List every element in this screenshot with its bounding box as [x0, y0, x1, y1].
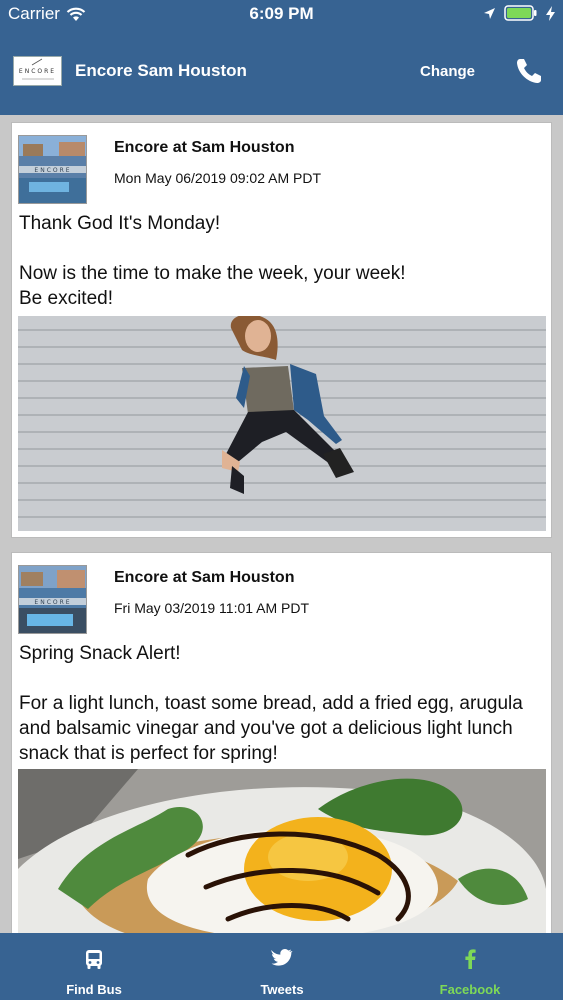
svg-text:ENCORE: ENCORE: [34, 599, 71, 606]
post-date: Mon May 06/2019 09:02 AM PDT: [114, 170, 321, 186]
post-avatar: ENCORE: [18, 135, 87, 204]
nav-bar: ENCORE Encore Sam Houston Change: [0, 42, 563, 102]
status-time: 6:09 PM: [249, 4, 314, 23]
post-text: Spring Snack Alert! For a light lunch, t…: [19, 643, 523, 764]
app-header: Carrier 6:09 PM ENCORE Encore Sam Housto…: [0, 0, 563, 115]
roof-icon: [22, 58, 54, 80]
status-bar: Carrier 6:09 PM: [0, 0, 563, 30]
post-photo[interactable]: [18, 769, 546, 933]
tab-facebook[interactable]: Facebook: [376, 933, 563, 1000]
facebook-icon: [465, 949, 476, 969]
post-text: Thank God It's Monday! Now is the time t…: [19, 213, 406, 309]
phone-button[interactable]: [514, 56, 544, 86]
phone-icon: [517, 59, 541, 83]
post-author: Encore at Sam Houston: [114, 569, 295, 586]
tab-label: Find Bus: [66, 982, 122, 997]
tab-find-bus[interactable]: Find Bus: [0, 933, 188, 1000]
bus-icon: [86, 950, 102, 969]
post-card[interactable]: ENCORE Encore at Sam Houston Fri May 03/…: [11, 552, 552, 933]
tab-label: Facebook: [439, 982, 501, 997]
post-avatar: ENCORE: [18, 565, 87, 634]
post-photo[interactable]: [18, 316, 546, 531]
svg-text:ENCORE: ENCORE: [34, 167, 71, 174]
tab-bar: Find Bus Tweets Facebook: [0, 933, 563, 1000]
tab-label: Tweets: [260, 982, 304, 997]
post-date: Fri May 03/2019 11:01 AM PDT: [114, 600, 310, 616]
change-button[interactable]: Change: [420, 63, 475, 80]
battery-icon: [504, 5, 537, 21]
encore-logo: ENCORE: [13, 56, 62, 86]
community-title: Encore Sam Houston: [75, 61, 247, 80]
location-arrow-icon: [484, 7, 495, 19]
charging-bolt-icon: [546, 5, 555, 21]
twitter-icon: [271, 949, 293, 966]
tab-tweets[interactable]: Tweets: [188, 933, 376, 1000]
post-author: Encore at Sam Houston: [114, 139, 295, 156]
post-card[interactable]: ENCORE Encore at Sam Houston Mon May 06/…: [11, 122, 552, 538]
facebook-feed[interactable]: ENCORE Encore at Sam Houston Mon May 06/…: [0, 115, 563, 933]
